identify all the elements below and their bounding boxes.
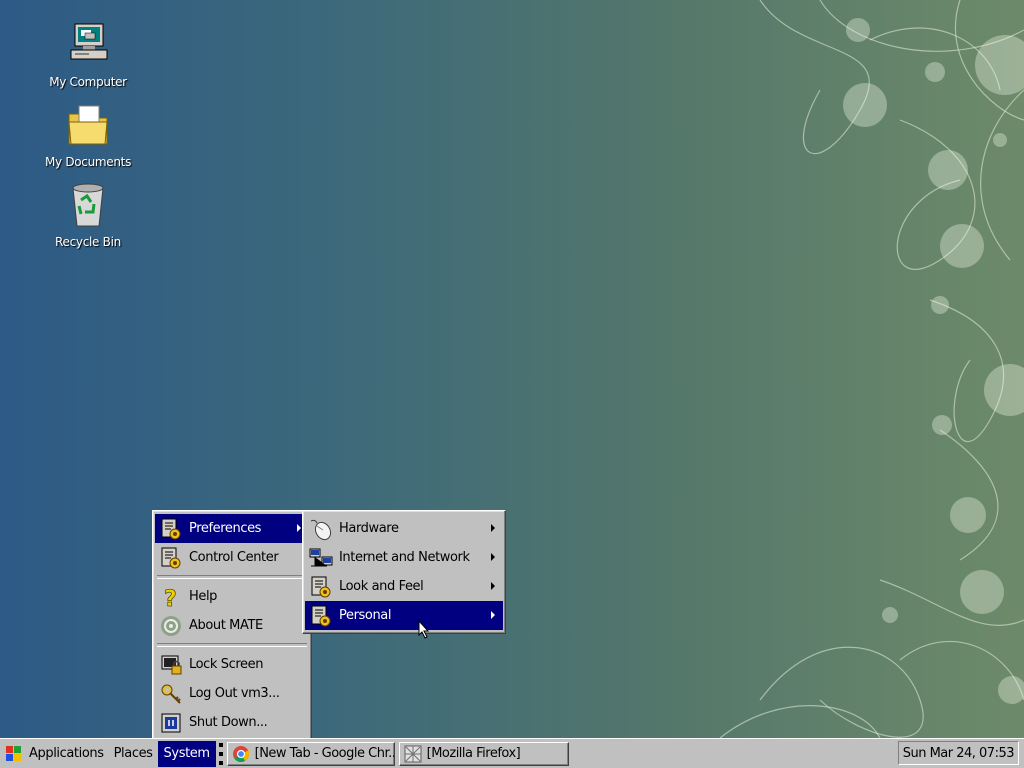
panel-drag-handle[interactable] bbox=[218, 742, 223, 765]
menu-item-label: Shut Down... bbox=[189, 715, 268, 730]
applications-label: Applications bbox=[29, 746, 104, 761]
menu-item-label: Look and Feel bbox=[339, 579, 424, 594]
lock-icon bbox=[161, 655, 182, 674]
menu-item-preferences[interactable]: Preferences bbox=[155, 514, 309, 543]
menu-item-label: Log Out vm3... bbox=[189, 686, 280, 701]
logout-icon bbox=[161, 684, 181, 704]
system-menu: Preferences Control Center ? Help About … bbox=[152, 510, 312, 741]
appearance-icon bbox=[311, 576, 331, 597]
menu-item-label: Hardware bbox=[339, 521, 399, 536]
menu-item-help[interactable]: ? Help bbox=[155, 582, 309, 611]
desktop-icon-my-documents[interactable]: My Documents bbox=[43, 100, 133, 169]
menu-item-look-and-feel[interactable]: Look and Feel bbox=[305, 572, 503, 601]
mouse-cursor-icon bbox=[418, 620, 430, 639]
menu-item-label: Control Center bbox=[189, 550, 279, 565]
desktop-icon-my-computer[interactable]: My Computer bbox=[43, 20, 133, 89]
system-menu-button[interactable]: System bbox=[157, 740, 216, 767]
menu-item-personal[interactable]: Personal bbox=[305, 601, 503, 630]
menu-item-internet-and-network[interactable]: Internet and Network bbox=[305, 543, 503, 572]
desktop-icon-recycle-bin[interactable]: Recycle Bin bbox=[43, 180, 133, 249]
preferences-icon bbox=[161, 518, 181, 539]
desktop-icon-label: My Documents bbox=[44, 155, 132, 169]
menu-separator bbox=[157, 575, 307, 579]
menu-item-log-out[interactable]: Log Out vm3... bbox=[155, 679, 309, 708]
menu-item-label: Help bbox=[189, 589, 218, 604]
computer-icon bbox=[70, 23, 108, 60]
clock[interactable]: Sun Mar 24, 07:53 bbox=[897, 741, 1019, 765]
menu-item-label: Personal bbox=[339, 608, 392, 623]
submenu-arrow-icon bbox=[297, 524, 301, 532]
windows-logo-icon bbox=[6, 745, 21, 761]
firefox-icon bbox=[404, 745, 422, 762]
applications-menu[interactable]: Applications bbox=[0, 741, 109, 767]
system-label: System bbox=[163, 746, 210, 761]
folder-icon bbox=[68, 105, 108, 145]
help-icon: ? bbox=[164, 586, 178, 609]
preferences-submenu: Hardware Internet and Network Look and F… bbox=[302, 510, 506, 634]
submenu-arrow-icon bbox=[491, 524, 495, 532]
control-center-icon bbox=[161, 547, 181, 568]
menu-item-label: Preferences bbox=[189, 521, 262, 536]
menu-item-control-center[interactable]: Control Center bbox=[155, 543, 309, 572]
shutdown-icon bbox=[161, 713, 181, 732]
svg-text:?: ? bbox=[164, 587, 176, 609]
submenu-arrow-icon bbox=[491, 582, 495, 590]
recycle-bin-icon bbox=[72, 183, 104, 227]
network-icon bbox=[309, 548, 333, 566]
menu-item-label: Internet and Network bbox=[339, 550, 470, 565]
menu-item-lock-screen[interactable]: Lock Screen bbox=[155, 650, 309, 679]
taskbar: Applications Places System [New Tab - Go… bbox=[0, 738, 1024, 768]
places-menu[interactable]: Places bbox=[109, 741, 158, 767]
menu-item-about-mate[interactable]: About MATE bbox=[155, 611, 309, 640]
desktop-icon-label: My Computer bbox=[49, 75, 127, 89]
chrome-icon bbox=[232, 745, 249, 762]
task-button-chrome[interactable]: [New Tab - Google Chr... bbox=[226, 741, 395, 766]
task-button-firefox[interactable]: [Mozilla Firefox] bbox=[398, 741, 569, 766]
menu-separator bbox=[157, 643, 307, 647]
menu-item-label: Lock Screen bbox=[189, 657, 264, 672]
submenu-arrow-icon bbox=[491, 553, 495, 561]
personal-icon bbox=[311, 605, 331, 626]
menu-item-shut-down[interactable]: Shut Down... bbox=[155, 708, 309, 737]
task-label: [New Tab - Google Chr... bbox=[254, 746, 395, 761]
mouse-icon bbox=[310, 519, 332, 540]
mate-icon bbox=[161, 615, 181, 636]
desktop-icon-label: Recycle Bin bbox=[55, 235, 121, 249]
submenu-arrow-icon bbox=[491, 611, 495, 619]
places-label: Places bbox=[113, 746, 153, 761]
task-label: [Mozilla Firefox] bbox=[426, 746, 521, 761]
menu-item-label: About MATE bbox=[189, 618, 263, 633]
menu-item-hardware[interactable]: Hardware bbox=[305, 514, 503, 543]
